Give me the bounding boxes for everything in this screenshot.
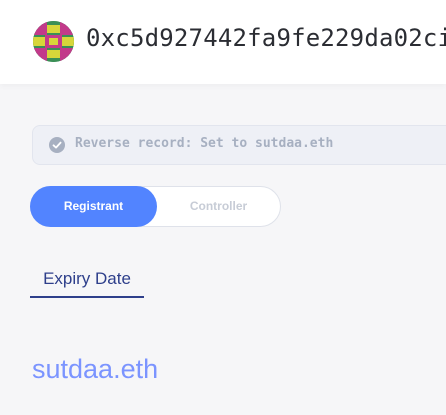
reverse-record-text: Reverse record: Set to sutdaa.eth <box>75 136 334 151</box>
tab-expiry-date-label: Expiry Date <box>43 269 131 288</box>
controller-toggle-button[interactable]: Controller <box>155 186 282 227</box>
domain-link[interactable]: sutdaa.eth <box>32 354 158 385</box>
identicon-avatar-icon[interactable] <box>33 21 74 62</box>
check-circle-icon <box>49 137 65 153</box>
account-address: 0xc5d927442fa9fe229da02ci <box>86 24 446 52</box>
header: 0xc5d927442fa9fe229da02ci <box>0 0 446 84</box>
reverse-record-notice: Reverse record: Set to sutdaa.eth <box>32 125 446 165</box>
role-toggle: Registrant Controller <box>30 186 281 227</box>
tab-expiry-date[interactable]: Expiry Date <box>30 262 144 298</box>
registrant-toggle-button[interactable]: Registrant <box>30 186 157 227</box>
